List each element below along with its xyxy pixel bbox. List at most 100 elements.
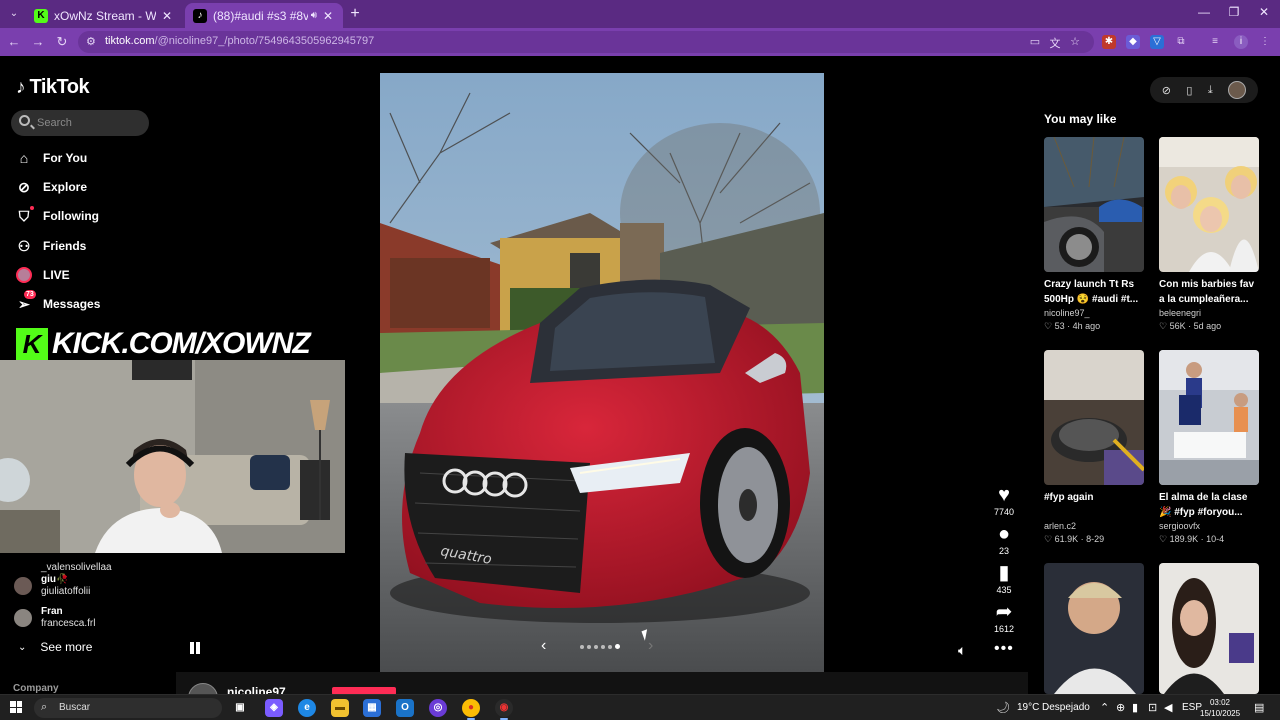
tab-kick-stream[interactable]: K xOwNz Stream - Watch Live on ✕ [26,3,182,28]
chrome-icon[interactable]: ● [462,699,480,717]
media-control-icon[interactable]: ≡ [1208,35,1222,49]
taskbar-clock[interactable]: 03:02 15/10/2025 [1200,697,1240,719]
forward-icon[interactable]: → [30,34,46,50]
sidebar-item-explore[interactable]: ⊘ Explore [16,176,87,198]
following-account[interactable]: _valensolivellaa [14,550,112,574]
tab-tiktok[interactable]: ♪ (88)#audi #s3 #8v #rojo #c 🔊︎ ✕ [185,3,343,28]
slide-dot[interactable] [594,644,598,649]
profile-icon[interactable]: i [1234,35,1248,49]
more-options-icon[interactable]: ••• [994,640,1014,658]
volume-icon[interactable]: ◀︎ [1164,701,1172,714]
taskbar-search[interactable]: ⌕ Buscar [34,698,222,718]
sidebar-item-for-you[interactable]: ⌂ For You [16,147,87,169]
extension-icon[interactable]: ▽ [1150,35,1164,49]
slide-dot[interactable] [608,644,612,649]
tab-search-icon[interactable]: ⌄ [6,6,22,22]
footer-company-link[interactable]: Company [13,683,59,694]
extension-icon[interactable]: ✱ [1102,35,1116,49]
recommended-card[interactable] [1159,563,1259,694]
device-icon[interactable]: ▯ [1186,84,1192,97]
recommended-card[interactable]: El alma de la clase🎉 #fyp #foryou... ser… [1159,350,1259,545]
obs-icon[interactable]: ◉ [495,699,513,717]
tray-app-icon[interactable]: ⊕ [1116,701,1125,714]
download-icon[interactable]: ⤓ [1208,84,1213,97]
notifications-icon[interactable]: ▤ [1254,701,1264,714]
recommended-card[interactable] [1044,563,1144,694]
following-account[interactable]: Fran francesca.frl [14,606,95,630]
sidebar-item-messages[interactable]: ➢ 73 Messages [16,290,100,315]
minimize-icon[interactable]: — [1194,5,1214,19]
close-window-icon[interactable]: ✕ [1254,5,1274,19]
tiktok-logo[interactable]: ♪ TikTok [16,76,90,99]
card-thumbnail[interactable] [1159,563,1259,694]
sidebar-item-live[interactable]: LIVE [16,264,70,286]
user-avatar[interactable] [1228,81,1247,99]
share-button[interactable]: ➦ 1612 [988,601,1020,634]
site-info-icon[interactable]: ⚙ [86,35,96,48]
messenger-icon[interactable]: ◎ [429,699,447,717]
kick-logo-icon: K [34,8,48,23]
restore-icon[interactable]: ❐ [1224,5,1244,19]
slide-dot[interactable] [580,644,584,649]
messages-badge: 73 [24,290,36,299]
speaker-icon[interactable]: 🔊︎ [311,10,317,21]
edge-icon[interactable]: e [298,699,316,717]
cast-icon[interactable]: ▭ [1028,35,1042,48]
url-text[interactable]: tiktok.com/@nicoline97_/photo/7549643505… [105,35,374,47]
card-thumbnail[interactable] [1044,563,1144,694]
recommended-card[interactable]: Con mis barbies fav a la cumpleañera... … [1159,137,1259,332]
new-tab-button[interactable]: + [346,5,364,23]
card-thumbnail[interactable] [1044,137,1144,272]
slide-dot[interactable] [587,644,591,649]
sidebar-item-friends[interactable]: ⚇ Friends [16,235,87,257]
heart-outline-icon: ♡ [1044,321,1053,331]
like-button[interactable]: ♥ 7740 [988,484,1020,517]
following-account[interactable]: giu🥀 giuliatoffolii [14,574,90,598]
recommended-card[interactable]: Crazy launch Tt Rs 500Hp 😵 #audi #t... n… [1044,137,1144,332]
reload-icon[interactable]: ↻ [54,34,70,50]
coin-icon[interactable]: ⊘ [1162,84,1171,97]
menu-kebab-icon[interactable]: ⋮ [1258,35,1272,49]
search-icon: ⌕ [41,701,48,713]
task-view-icon[interactable]: ▣ [231,699,249,717]
post-photo[interactable]: quattro [380,73,824,672]
extension-icon[interactable]: ◆ [1126,35,1140,49]
network-icon[interactable]: ⊡ [1148,701,1157,714]
close-tab-icon[interactable]: ✕ [160,9,174,23]
comment-button[interactable]: ● 23 [988,523,1020,556]
search-input[interactable]: Search [11,110,149,136]
microphone-icon[interactable]: ▮ [1132,701,1138,714]
outlook-icon[interactable]: O [396,699,414,717]
save-button[interactable]: ▮ 435 [988,562,1020,595]
back-icon[interactable]: ← [6,34,22,50]
sidebar-item-following[interactable]: ⛉ Following [16,205,99,227]
card-thumbnail[interactable] [1044,350,1144,485]
pause-button[interactable] [188,640,202,656]
windows-start-icon[interactable] [10,701,22,713]
heart-icon: ♥ [998,484,1010,506]
slide-dot-active[interactable] [615,644,620,649]
address-bar[interactable]: ⚙ tiktok.com/@nicoline97_/photo/75496435… [78,31,1094,53]
chevron-right-icon[interactable]: › [648,637,653,655]
slide-dot[interactable] [601,644,605,649]
share-icon: ➦ [995,601,1013,623]
file-explorer-icon[interactable]: ▬ [331,699,349,717]
chevron-down-icon: ⌄ [18,641,27,653]
you-may-like-title: You may like [1044,112,1117,126]
recommended-card[interactable]: #fyp again arlen.c2 ♡ 61.9K · 8-29 [1044,350,1144,545]
streamer-webcam [0,360,345,553]
card-thumbnail[interactable] [1159,137,1259,272]
translate-icon[interactable]: 文 [1048,35,1062,51]
chevron-left-icon[interactable]: ‹ [541,637,546,655]
store-icon[interactable]: ▦ [363,699,381,717]
volume-icon[interactable]: 🔈︎ [958,642,966,659]
close-tab-icon[interactable]: ✕ [321,9,335,23]
copilot-icon[interactable]: ◈ [265,699,283,717]
card-thumbnail[interactable] [1159,350,1259,485]
see-more-button[interactable]: ⌄ See more [18,640,92,654]
bookmark-star-icon[interactable]: ☆ [1068,35,1082,48]
live-icon [16,267,32,283]
extensions-puzzle-icon[interactable]: ⧉ [1174,35,1188,49]
chevron-up-icon[interactable]: ⌃ [1100,701,1109,714]
weather-moon-icon[interactable]: 🌙︎ [996,701,1010,714]
